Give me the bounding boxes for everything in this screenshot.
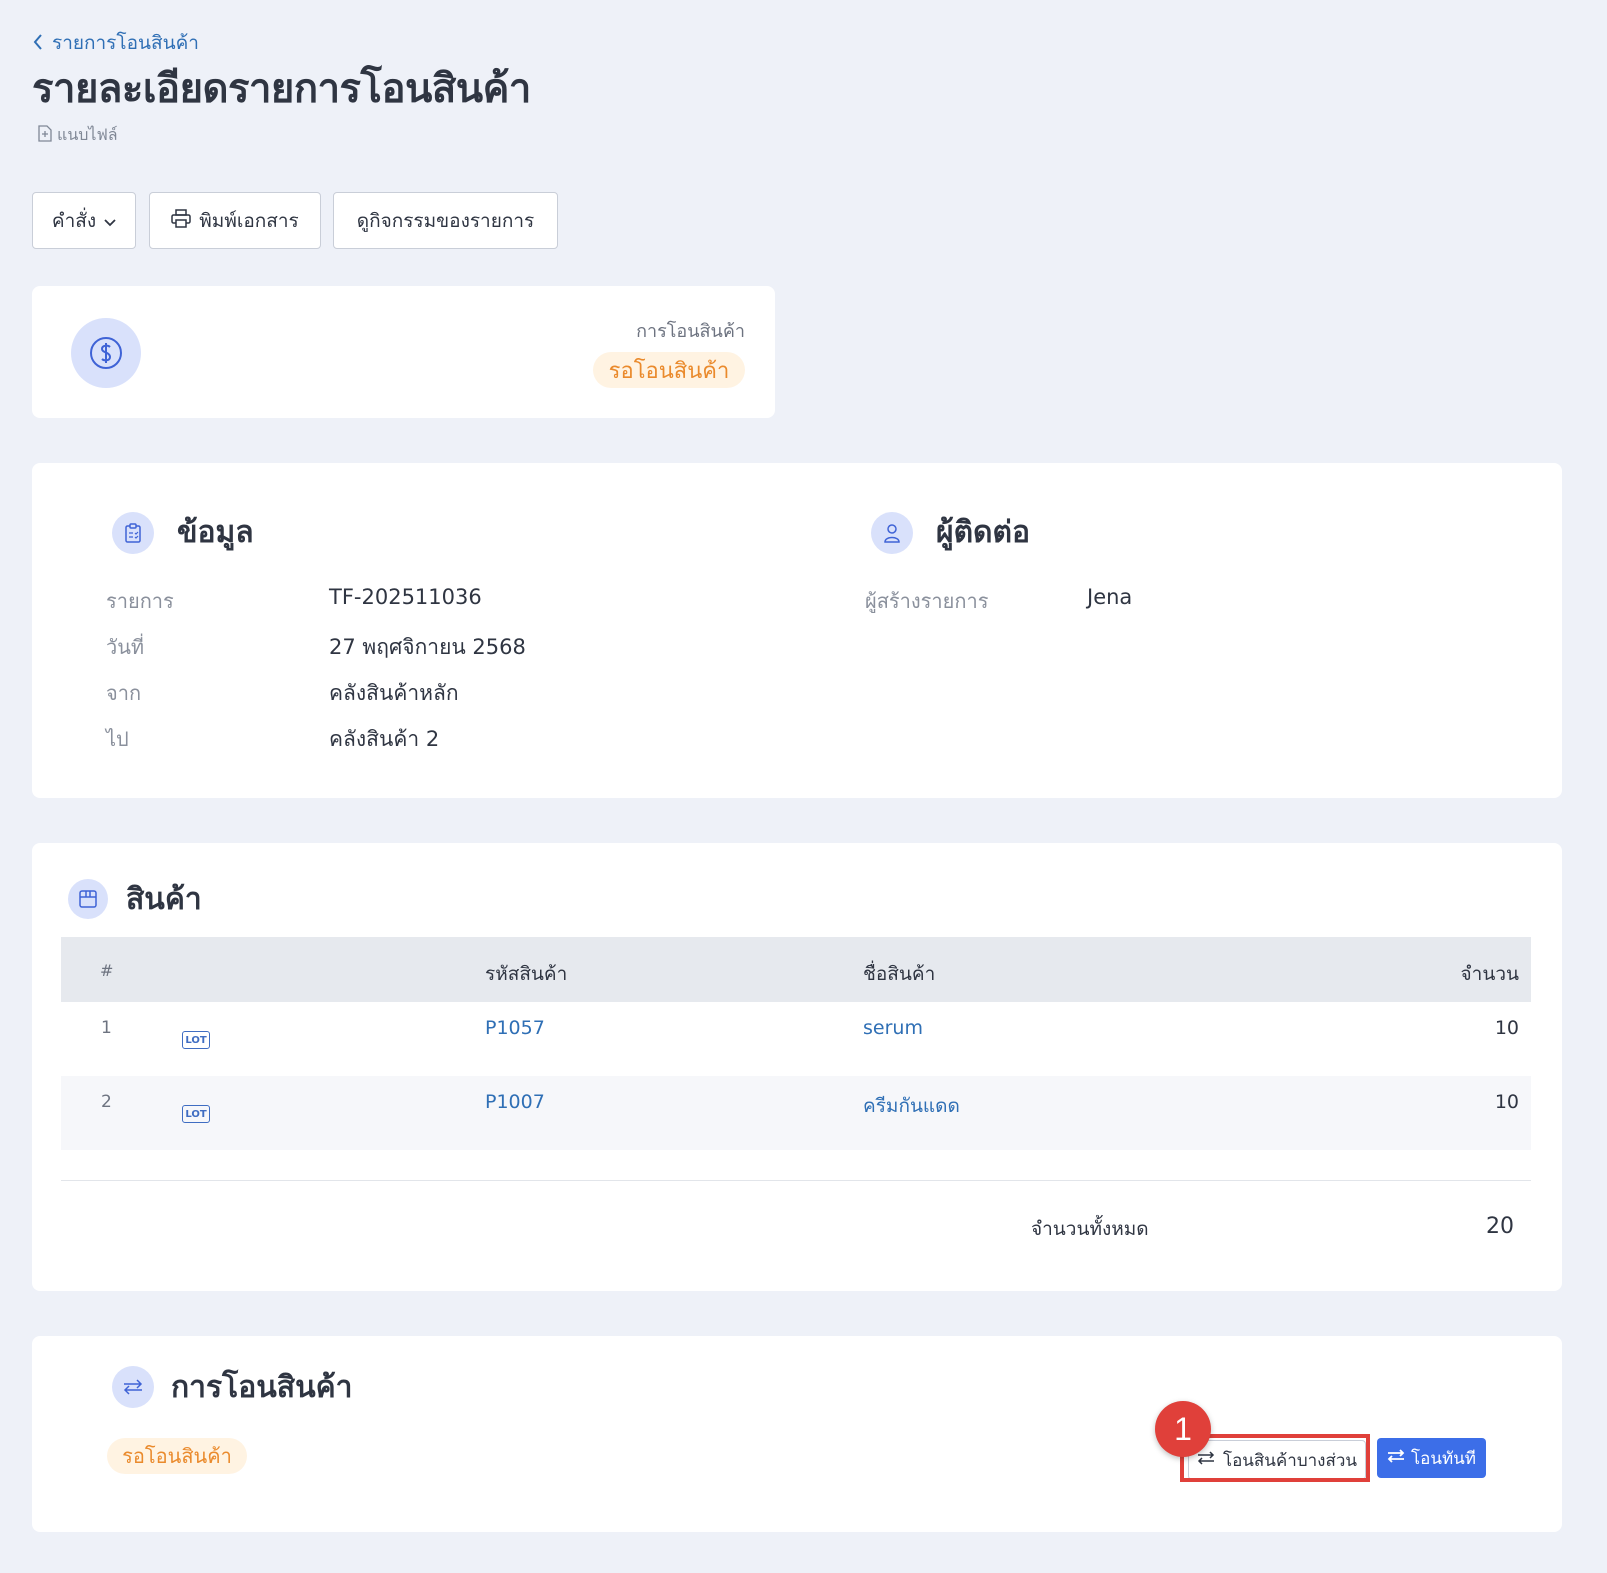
column-header-code: รหัสสินค้า (485, 963, 568, 985)
highlight-box (1180, 1434, 1370, 1482)
activity-label: ดูกิจกรรมของรายการ (356, 209, 535, 232)
view-activity-button[interactable]: ดูกิจกรรมของรายการ (333, 192, 558, 249)
printer-icon (171, 208, 192, 233)
column-header-qty: จำนวน (1460, 963, 1519, 985)
print-label: พิมพ์เอกสาร (199, 209, 299, 232)
creator-label: ผู้สร้างรายการ (865, 589, 989, 613)
row-index: 1 (101, 1018, 112, 1038)
lot-badge: LOT (182, 1031, 210, 1049)
command-label: คำสั่ง (51, 209, 97, 232)
status-card: การโอนสินค้า รอโอนสินค้า (32, 286, 775, 418)
chevron-left-icon (32, 33, 44, 54)
total-label: จำนวนทั้งหมด (1031, 1218, 1149, 1240)
attach-file-link[interactable]: แนบไฟล์ (38, 123, 118, 148)
product-name-link[interactable]: ครีมกันแดด (863, 1091, 960, 1121)
transfer-arrows-icon (1387, 1448, 1405, 1468)
info-card: ข้อมูล รายการ TF-202511036 วันที่ 27 พฤศ… (32, 463, 1562, 798)
divider (61, 1180, 1531, 1181)
transfer-now-label: โอนทันที (1411, 1448, 1476, 1469)
total-value: 20 (1486, 1214, 1514, 1239)
table-row: 2 LOT P1007 ครีมกันแดด 10 (61, 1076, 1531, 1150)
dollar-icon (71, 318, 141, 388)
user-icon (871, 512, 913, 554)
breadcrumb[interactable]: รายการโอนสินค้า (32, 28, 199, 58)
transfer-now-button[interactable]: โอนทันที (1377, 1438, 1486, 1478)
contact-title: ผู้ติดต่อ (936, 515, 1031, 550)
column-header-name: ชื่อสินค้า (863, 963, 936, 985)
field-label: จาก (106, 681, 142, 705)
field-value: TF-202511036 (329, 585, 482, 609)
step-marker: 1 (1155, 1401, 1211, 1457)
row-index: 2 (101, 1092, 112, 1112)
field-value: คลังสินค้าหลัก (329, 681, 459, 705)
field-value: คลังสินค้า 2 (329, 727, 440, 751)
chevron-down-icon (104, 210, 116, 232)
breadcrumb-link[interactable]: รายการโอนสินค้า (52, 28, 199, 58)
field-label: วันที่ (106, 635, 145, 659)
table-row: 1 LOT P1057 serum 10 (61, 1002, 1531, 1076)
table-header: # รหัสสินค้า ชื่อสินค้า จำนวน (61, 937, 1531, 1002)
product-code-link[interactable]: P1007 (485, 1091, 545, 1113)
field-value: 27 พฤศจิกายน 2568 (329, 635, 526, 659)
transfer-arrows-icon (112, 1366, 154, 1408)
file-plus-icon (38, 125, 52, 146)
products-title: สินค้า (126, 882, 202, 917)
row-qty: 10 (1494, 1017, 1519, 1039)
attach-file-label: แนบไฟล์ (57, 125, 118, 144)
print-document-button[interactable]: พิมพ์เอกสาร (149, 192, 321, 249)
clipboard-icon (112, 512, 154, 554)
product-code-link[interactable]: P1057 (485, 1017, 545, 1039)
product-name-link[interactable]: serum (863, 1017, 923, 1039)
info-title: ข้อมูล (177, 515, 254, 550)
status-badge: รอโอนสินค้า (593, 352, 745, 388)
field-label: รายการ (106, 589, 174, 613)
field-label: ไป (106, 727, 129, 751)
creator-value: Jena (1087, 585, 1133, 609)
box-icon (68, 879, 108, 919)
transfer-title: การโอนสินค้า (171, 1370, 353, 1405)
column-header-index: # (100, 961, 114, 980)
lot-badge: LOT (182, 1105, 210, 1123)
status-caption: การโอนสินค้า (636, 321, 745, 342)
transfer-status-badge: รอโอนสินค้า (107, 1438, 247, 1474)
command-dropdown-button[interactable]: คำสั่ง (32, 192, 136, 249)
page-title: รายละเอียดรายการโอนสินค้า (32, 66, 531, 112)
row-qty: 10 (1494, 1091, 1519, 1113)
